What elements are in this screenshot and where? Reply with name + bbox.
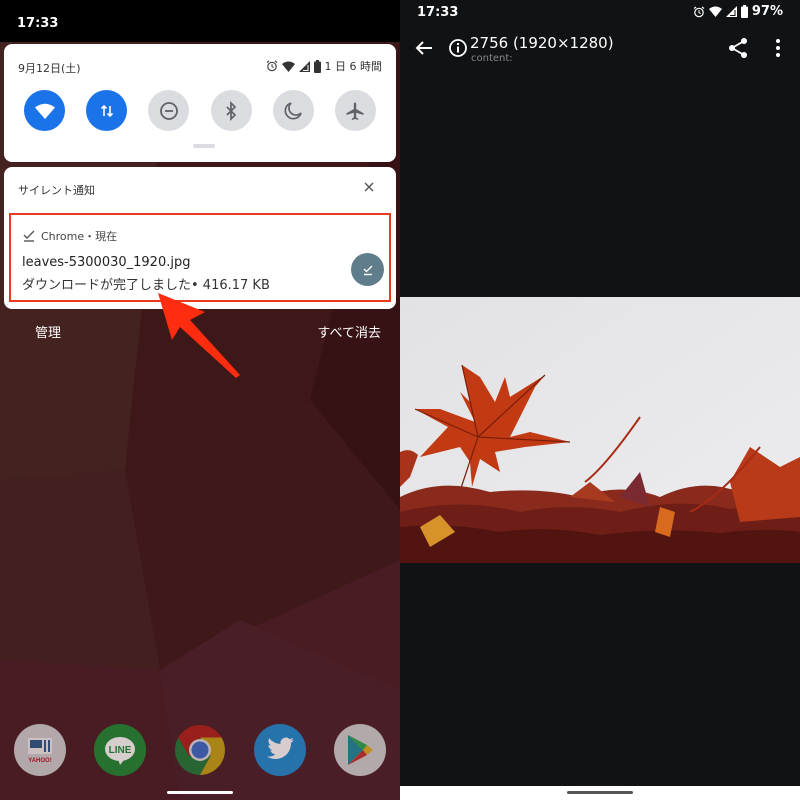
quick-settings-panel: 9月12日(土) 1 日 6 時間 [4,44,396,162]
alarm-icon [693,6,705,17]
play-store-icon [348,735,373,765]
airplane-mode-tile[interactable] [334,90,376,131]
home-gesture-bar[interactable] [167,791,233,794]
battery-percent: 97% [751,4,783,19]
moon-icon [284,101,303,119]
notification-body: ダウンロードが完了しました• 416.17 KB [22,278,270,293]
wifi-tile[interactable] [24,90,65,131]
image-title: 2756 (1920×1280) [470,34,614,52]
download-done-icon [23,230,35,242]
displayed-image[interactable] [400,297,800,563]
download-done-icon [363,265,372,275]
navigation-bar [400,786,800,800]
night-mode-tile[interactable] [272,90,314,131]
wifi-icon [281,61,295,72]
share-icon[interactable] [726,36,750,60]
date-label: 9月12日(土) [18,62,81,75]
bluetooth-tile[interactable] [210,90,252,131]
battery-remaining: 1 日 6 時間 [324,60,383,73]
silent-notifications-section: サイレント通知 Chrome・現在 leaves-5300030_1920.jp… [4,167,396,309]
clear-all-button[interactable]: すべて消去 [317,322,381,341]
do-not-disturb-icon [159,101,178,120]
status-icons: 1 日 6 時間 [266,58,383,74]
airplane-icon [346,102,364,120]
image-subtitle: content: [471,53,513,64]
section-header: サイレント通知 [18,184,95,197]
line-icon: LINE [105,737,135,765]
twitter-icon [267,737,294,760]
download-notification[interactable]: Chrome・現在 leaves-5300030_1920.jpg ダウンロード… [9,213,391,302]
status-bar: 17:33 97% [400,0,800,24]
app-twitter[interactable] [254,724,306,776]
battery-icon [313,59,321,73]
quick-settings-tiles [24,90,376,131]
alarm-icon [266,60,277,72]
do-not-disturb-tile[interactable] [148,90,190,131]
status-icons: 97% [693,4,783,19]
app-dock: YAHOO! LINE [14,724,386,776]
svg-text:YAHOO!: YAHOO! [28,758,51,764]
notification-shade-panel: 17:33 9月12日(土) 1 日 6 時間 サイレント通知 Chrome・現… [0,0,400,800]
wifi-icon [708,6,722,17]
status-time: 17:33 [17,16,59,31]
drag-handle[interactable] [193,144,215,148]
app-chrome[interactable] [174,724,226,776]
close-icon[interactable] [362,180,376,194]
wifi-icon [34,103,55,119]
app-play-store[interactable] [334,724,386,776]
manage-button[interactable]: 管理 [35,322,61,341]
data-transfer-icon [100,104,113,117]
back-arrow-icon[interactable] [412,36,436,60]
viewer-toolbar: 2756 (1920×1280) content: [400,28,800,72]
app-line[interactable]: LINE [94,724,146,776]
home-gesture-bar[interactable] [567,791,633,794]
bluetooth-icon [226,100,237,121]
status-bar: 17:33 [0,0,400,42]
signal-icon [298,60,310,72]
more-options-icon[interactable] [770,36,786,60]
app-yahoo-news[interactable]: YAHOO! [14,724,66,776]
notification-app-row: Chrome・現在 [23,228,117,244]
notification-title: leaves-5300030_1920.jpg [22,255,191,270]
signal-icon [725,6,737,17]
open-download-button[interactable] [351,253,384,286]
status-time: 17:33 [417,5,459,20]
info-icon[interactable] [448,38,468,58]
svg-text:LINE: LINE [109,745,132,756]
mobile-data-tile[interactable] [86,90,128,131]
yahoo-news-icon: YAHOO! [28,738,52,764]
notification-app-name: Chrome・現在 [41,230,118,243]
battery-icon [740,5,748,18]
chrome-icon [175,725,225,775]
maple-leaves-photo [400,297,800,563]
image-viewer-panel: 17:33 97% 2756 (1920×1280) content: [400,0,800,800]
